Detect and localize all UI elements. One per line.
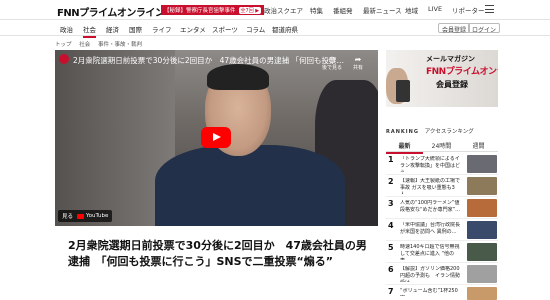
rank-text: “ボリューム含む”1杯250円… <box>400 288 458 296</box>
rank-thumbnail <box>467 221 497 239</box>
nav-reporter[interactable]: リポーター <box>452 5 485 15</box>
category-life[interactable]: ライフ <box>152 24 172 34</box>
ranking-item[interactable]: 2 【速報】大王製紙の工場で事故 ガスを吸い重態も3人… <box>386 175 498 197</box>
play-button[interactable] <box>201 127 231 148</box>
video-title[interactable]: 2月衆院選期日前投票で30分後に2回目か 47歳会社員の男逮捕 「何回も投票… <box>73 55 344 66</box>
rank-number: 2 <box>388 177 394 186</box>
rank-thumbnail <box>467 155 497 173</box>
watch-on-youtube-button[interactable]: 見る YouTube <box>58 210 113 222</box>
category-bar: 政治 社会 経済 国際 ライフ エンタメ スポーツ コラム 都道府県 会員登録 … <box>0 19 550 38</box>
ranking-label: アクセスランキング <box>424 129 474 135</box>
category-economy[interactable]: 経済 <box>106 24 119 34</box>
tab-24h[interactable]: 24時間 <box>423 141 460 150</box>
category-politics[interactable]: 政治 <box>60 24 73 34</box>
rank-number: 3 <box>388 199 394 208</box>
promo-tag: 全7回 ▶ <box>238 6 262 14</box>
nav-latest-news[interactable]: 最新ニュース <box>363 5 402 15</box>
rank-number: 4 <box>388 221 394 230</box>
category-entertainment[interactable]: エンタメ <box>180 24 206 34</box>
register-button[interactable]: 会員登録 <box>438 23 471 34</box>
watch-later-label: 後で見る <box>321 65 342 71</box>
ranking-item[interactable]: 3 人気の“100円ラーメン”値段格安な“めだか専門家”… <box>386 197 498 219</box>
youtube-logo-icon <box>77 213 85 219</box>
promo-banner[interactable]: 【秘録】警察庁長官狙撃事件 全7回 ▶ <box>161 5 265 15</box>
tab-weekly[interactable]: 週間 <box>460 141 497 150</box>
rank-thumbnail <box>467 177 497 195</box>
ranking-item[interactable]: 5 時速140キロ超で信号無視して交差点に進入 “他の車… <box>386 241 498 263</box>
rank-text: 【速報】大王製紙の工場で事故 ガスを吸い重態も3人… <box>400 178 461 194</box>
share-button[interactable]: ➦ 共有 <box>345 55 371 71</box>
category-society[interactable]: 社会 <box>83 24 96 38</box>
hamburger-menu-icon[interactable] <box>485 5 494 13</box>
share-icon: ➦ <box>354 55 362 64</box>
nav-program[interactable]: 番組発 <box>333 5 353 15</box>
banner-line-3: 会員登録 <box>436 80 468 89</box>
breadcrumb-society[interactable]: 社会 <box>79 42 90 48</box>
promo-text: 【秘録】警察庁長官狙撃事件 <box>164 8 236 14</box>
rank-thumbnail <box>467 287 497 300</box>
ranking-item[interactable]: 1 「トランプ大統領によるイラン攻撃転換」を中国はどう… <box>386 153 498 175</box>
login-button[interactable]: ログイン <box>468 23 501 34</box>
nav-politics-square[interactable]: 政治スクエア <box>264 5 303 15</box>
rank-number: 7 <box>388 287 394 296</box>
nav-region[interactable]: 地域 <box>405 5 418 15</box>
article-title: 2月衆院選期日前投票で30分後に2回目か 47歳会社員の男逮捕 「何回も投票に行… <box>68 239 367 268</box>
mail-magazine-banner[interactable]: メールマガジン FNNプライムオンラインplus 会員登録 <box>386 50 498 107</box>
rank-text: 「米中協議」台湾行政院長が米国を訪問へ 異例の… <box>400 222 461 235</box>
video-player[interactable]: 2月衆院選期日前投票で30分後に2回目か 47歳会社員の男逮捕 「何回も投票… … <box>55 50 378 226</box>
rank-thumbnail <box>467 199 497 217</box>
rank-text: 「トランプ大統領によるイラン攻撃転換」を中国はどう… <box>400 156 461 172</box>
ranking-tabs: 最新 24時間 週間 <box>386 139 498 154</box>
rank-thumbnail <box>467 265 497 283</box>
watch-label: 見る <box>62 214 74 220</box>
breadcrumb-top[interactable]: トップ <box>55 42 72 48</box>
rank-text: 【解説】ガソリン価格200円超の予測も イラン情勢受け… <box>400 266 461 282</box>
clock-icon: ◷ <box>328 55 336 64</box>
banner-line-2: FNNプライムオンラインplus <box>426 67 498 77</box>
video-suspect-hair <box>207 64 269 90</box>
ranking-item[interactable]: 4 「米中協議」台湾行政院長が米国を訪問へ 異例の… <box>386 219 498 241</box>
ranking-item[interactable]: 7 “ボリューム含む”1杯250円… <box>386 285 498 300</box>
share-label: 共有 <box>352 65 363 71</box>
banner-phone-image <box>396 80 410 102</box>
nav-live[interactable]: LIVE <box>428 5 442 13</box>
ranking-tag: RANKING <box>386 129 419 135</box>
rank-number: 1 <box>388 155 394 164</box>
video-suspect-body <box>155 145 345 226</box>
breadcrumb: トップ 社会 事件・事故・裁判 <box>55 40 148 48</box>
category-sports[interactable]: スポーツ <box>212 24 238 34</box>
nav-feature[interactable]: 特集 <box>310 5 323 15</box>
site-logo[interactable]: FNNプライムオンライン <box>57 4 165 19</box>
banner-line-1: メールマガジン <box>426 55 475 63</box>
youtube-label: YouTube <box>86 213 109 219</box>
rank-text: 人気の“100円ラーメン”値段格安な“めだか専門家”… <box>400 200 461 213</box>
breadcrumb-incident[interactable]: 事件・事故・裁判 <box>98 42 142 48</box>
site-header: FNNプライムオンライン 【秘録】警察庁長官狙撃事件 全7回 ▶ 政治スクエア … <box>0 0 550 19</box>
rank-number: 5 <box>388 243 394 252</box>
category-international[interactable]: 国際 <box>129 24 142 34</box>
category-column[interactable]: コラム <box>246 24 265 34</box>
rank-number: 6 <box>388 265 394 274</box>
ranking-item[interactable]: 6 【解説】ガソリン価格200円超の予測も イラン情勢受け… <box>386 263 498 285</box>
watch-later-button[interactable]: ◷ 後で見る <box>319 55 345 71</box>
category-prefectures[interactable]: 都道府県 <box>272 24 298 34</box>
rank-text: 時速140キロ超で信号無視して交差点に進入 “他の車… <box>400 244 460 260</box>
ranking-header: RANKING アクセスランキング <box>386 127 474 135</box>
channel-icon[interactable] <box>59 54 69 64</box>
rank-thumbnail <box>467 243 497 261</box>
